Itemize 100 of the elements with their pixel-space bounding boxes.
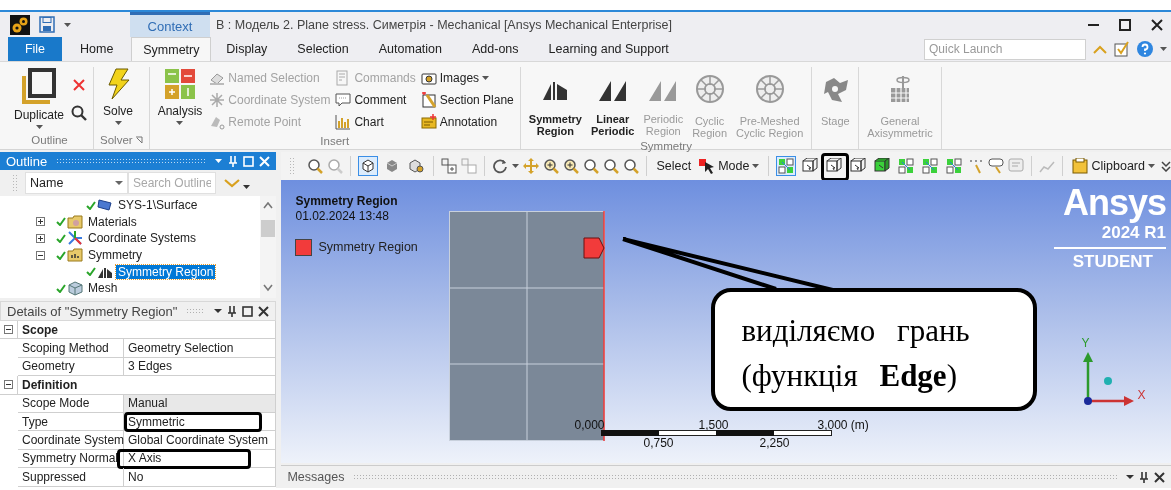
ribbon-tab[interactable]: Home	[62, 37, 132, 61]
cube-gear-icon	[408, 158, 425, 174]
clipboard-button[interactable]: Clipboard	[1070, 158, 1157, 174]
caret-icon[interactable]	[1126, 475, 1134, 479]
caret-icon[interactable]	[1160, 47, 1167, 51]
caret-icon[interactable]	[243, 185, 250, 189]
ribbon-tab[interactable]: Automation	[363, 37, 457, 61]
checkbox-icon[interactable]	[1114, 41, 1130, 57]
tree-item[interactable]: Symmetry Region	[116, 264, 216, 279]
ribbon-button[interactable]: Section Plane	[420, 89, 514, 111]
ribbon-tab[interactable]: Display	[211, 37, 283, 61]
selection-filter-icon	[874, 158, 891, 174]
collapse-icon[interactable]	[4, 325, 13, 335]
scale-label: 3,000 (m)	[817, 418, 869, 432]
save-icon[interactable]	[39, 16, 55, 33]
tree-item[interactable]: Symmetry	[86, 248, 144, 263]
select-button[interactable]: Select	[654, 159, 694, 173]
tag-icon[interactable]	[988, 158, 1005, 174]
selection-filter-icon	[850, 158, 867, 174]
expand-icon[interactable]	[36, 217, 45, 227]
ribbon-button[interactable]: Chart	[335, 111, 416, 133]
group-label: Symmetry	[640, 140, 692, 152]
ribbon-tab[interactable]: Symmetry	[131, 37, 212, 61]
wireframe-cube-icon	[360, 158, 377, 174]
ribbon-button[interactable]: Analysis	[155, 67, 205, 126]
maximize-icon[interactable]	[1119, 18, 1131, 31]
close-icon[interactable]	[1151, 18, 1163, 31]
window-title: B : Модель 2. Plane stress. Симетрія - Mechanical [Ansys Mechanical Enterprise]	[216, 17, 674, 32]
zoom-icon[interactable]	[307, 158, 324, 174]
ribbon-button[interactable]: Duplicate	[12, 67, 67, 130]
legend-date: 01.02.2024 13:48	[295, 209, 389, 223]
camera-icon	[420, 70, 437, 86]
caret-icon	[1148, 164, 1155, 168]
zoom-icon[interactable]	[563, 158, 580, 174]
chart-icon	[335, 114, 352, 130]
toolbar-button[interactable]	[358, 156, 379, 176]
dialog-launcher-icon[interactable]	[134, 136, 143, 144]
file-menu-tab[interactable]: File	[8, 37, 62, 61]
property-label: Type	[18, 412, 124, 432]
caret-icon[interactable]	[64, 22, 71, 27]
property-value-cell[interactable]: Geometry Selection	[124, 339, 277, 358]
ribbon-button[interactable]: Linear Periodic	[589, 67, 637, 138]
property-value-cell[interactable]: No	[124, 468, 277, 487]
property-value-cell[interactable]: 3 Edges	[124, 357, 277, 377]
pin-icon[interactable]	[1139, 471, 1149, 483]
plane-icon	[420, 92, 437, 108]
mesh-icon	[67, 280, 83, 297]
zoom-icon[interactable]	[583, 158, 600, 174]
zoom-icon[interactable]	[543, 158, 560, 174]
zoom-icon[interactable]	[623, 158, 640, 174]
rotate-icon[interactable]	[492, 158, 509, 174]
app-icon[interactable]	[10, 14, 30, 35]
box-plus-icon[interactable]	[441, 158, 458, 174]
zoom-icon[interactable]	[603, 158, 620, 174]
scale-label: 1,500	[698, 418, 729, 432]
wheel-icon	[694, 74, 725, 104]
folder-icon	[67, 213, 83, 230]
filter-dropdown[interactable]: Name	[25, 172, 128, 194]
comment-icon	[335, 92, 352, 108]
panel-title: Messages	[287, 470, 345, 484]
axis-label: X	[1137, 388, 1146, 402]
scroll-up-icon[interactable]	[263, 202, 274, 210]
context-tab-header: Context	[130, 12, 210, 37]
ribbon-button[interactable]: Symmetry Region	[526, 67, 584, 138]
close-icon[interactable]	[1154, 471, 1165, 483]
delete-icon[interactable]	[71, 77, 88, 93]
axes-icon	[67, 230, 83, 247]
ribbon-tab[interactable]: Add-ons	[457, 37, 534, 61]
folder-icon	[67, 247, 83, 264]
property-value-cell[interactable]: Global Coordinate System	[124, 431, 277, 450]
tree-item[interactable]: Coordinate Systems	[86, 231, 199, 246]
scroll-thumb[interactable]	[261, 219, 276, 237]
mode-button[interactable]: Mode	[697, 158, 762, 174]
ribbon-tab[interactable]: Selection	[282, 37, 364, 61]
ribbon-tab[interactable]: Learning and Support	[533, 37, 684, 61]
version-text: 2024 R1	[1101, 223, 1166, 243]
scroll-down-icon[interactable]	[263, 284, 274, 292]
caret-icon[interactable]	[512, 164, 520, 168]
collapse-icon[interactable]	[36, 250, 45, 260]
overflow-icon[interactable]	[1161, 160, 1171, 172]
ribbon-button[interactable]: Annotation	[420, 111, 514, 133]
expand-icon[interactable]	[36, 234, 45, 243]
tiles-icon	[164, 68, 196, 100]
ribbon-button[interactable]: Comment	[335, 89, 416, 111]
help-icon[interactable]	[1137, 41, 1153, 57]
squares-icon	[22, 68, 56, 104]
property-value-cell[interactable]: X Axis	[124, 449, 277, 469]
search-icon[interactable]	[71, 105, 88, 121]
scrollbar[interactable]	[260, 196, 277, 298]
tree-item[interactable]: SYS-1\Surface	[116, 198, 200, 213]
collapse-icon[interactable]	[4, 380, 13, 390]
selection-filter-icon	[922, 158, 939, 174]
tree-item[interactable]: Mesh	[86, 281, 120, 296]
ribbon-button[interactable]: Solve	[100, 67, 137, 126]
property-value-cell[interactable]: Symmetric	[124, 412, 277, 432]
tree-item[interactable]: Materials	[86, 214, 139, 229]
search-field[interactable]: Search Outline	[128, 172, 216, 194]
legend-title: Symmetry Region	[295, 194, 398, 208]
ribbon-button[interactable]: Images	[420, 67, 514, 89]
quick-launch-field[interactable]: Quick Launch	[924, 38, 1086, 60]
